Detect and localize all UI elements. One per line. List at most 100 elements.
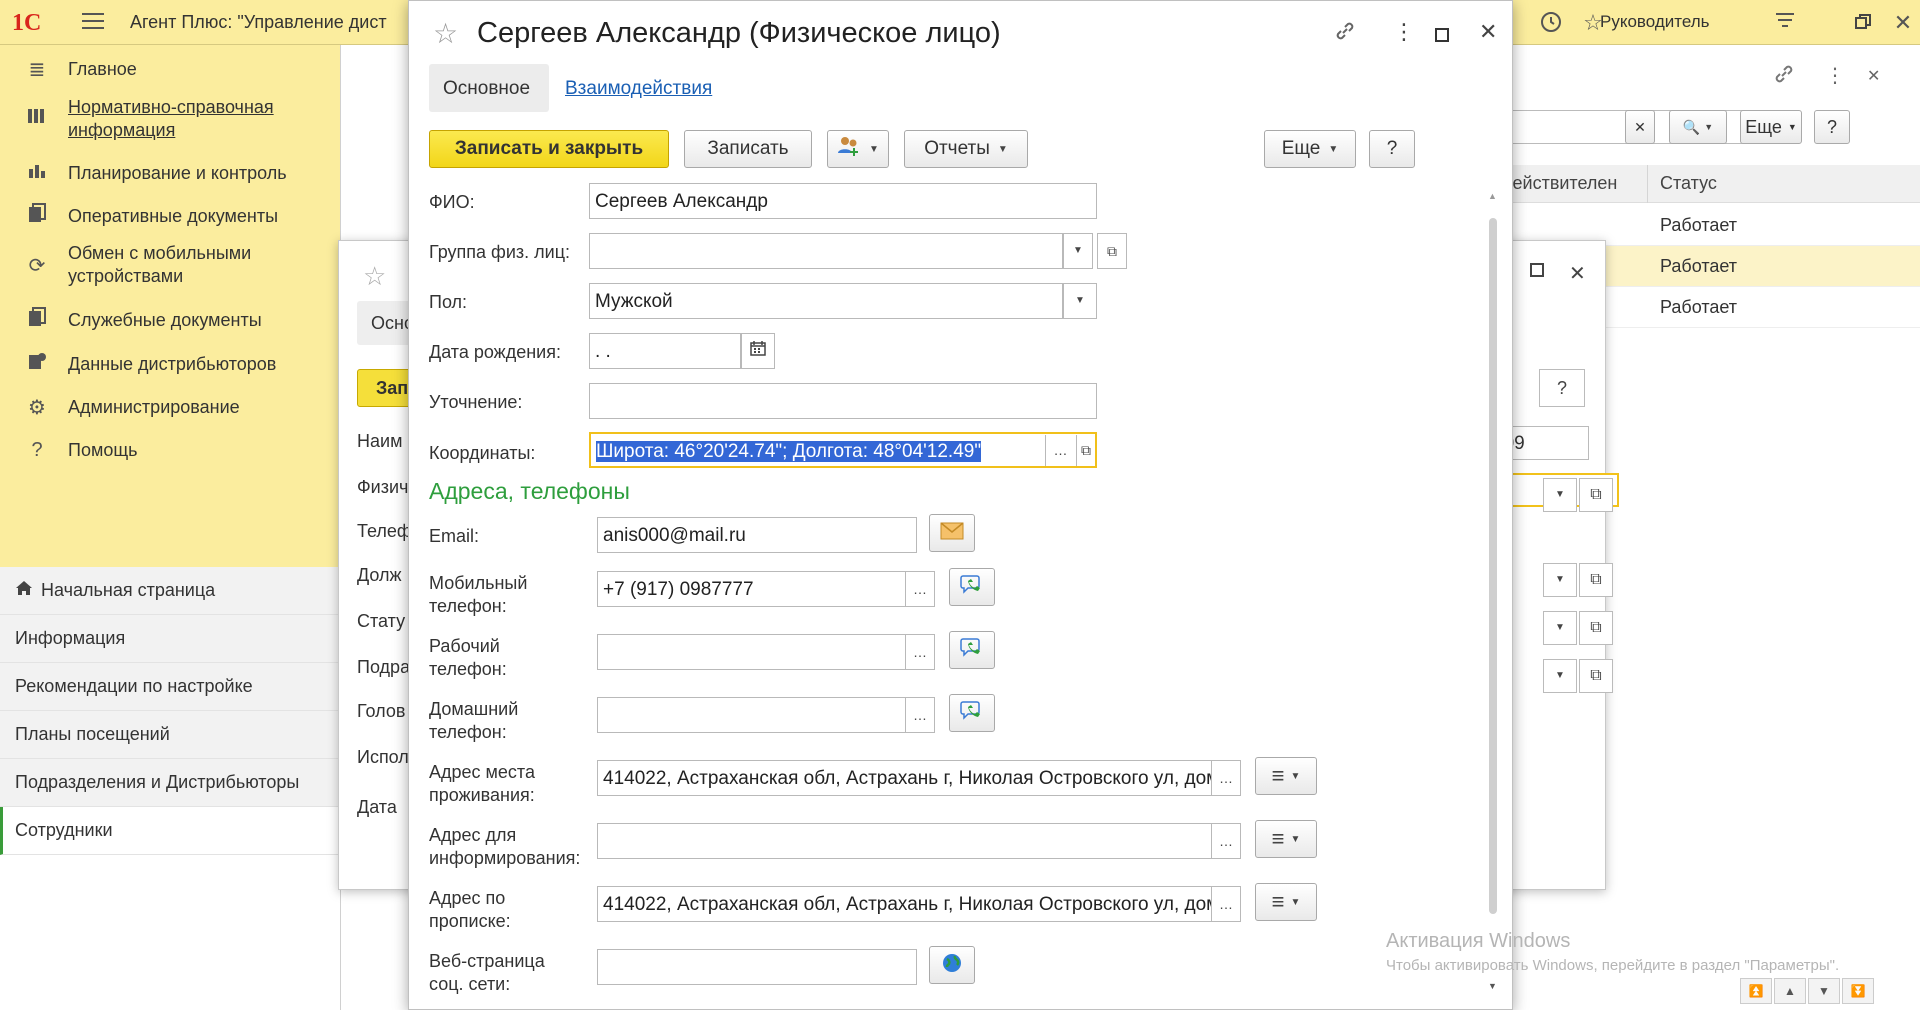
open-icon[interactable]: ⧉ xyxy=(1579,478,1613,512)
call-work-button[interactable] xyxy=(949,631,995,669)
info-address-field[interactable] xyxy=(597,823,1213,859)
call-mobile-button[interactable] xyxy=(949,568,995,606)
send-email-button[interactable] xyxy=(929,514,975,552)
birth-date-field[interactable]: . . xyxy=(589,333,741,369)
open-icon[interactable]: ⧉ xyxy=(1076,435,1095,466)
scroll-first-icon[interactable]: ⏫ xyxy=(1740,978,1772,1004)
residence-address-field[interactable]: 414022, Астраханская обл, Астрахань г, Н… xyxy=(597,760,1213,796)
open-icon[interactable]: ⧉ xyxy=(1097,233,1127,269)
dropdown-icon[interactable]: ▼ xyxy=(1543,659,1577,693)
web-page-field[interactable] xyxy=(597,949,917,985)
current-user[interactable]: Руководитель xyxy=(1600,12,1710,32)
nav-item-visit-plans[interactable]: Планы посещений xyxy=(0,711,340,759)
clear-search-button[interactable]: ✕ xyxy=(1625,110,1655,144)
sidebar-item-label: Обмен с мобильными устройствами xyxy=(68,243,252,286)
dropdown-icon[interactable]: ▼ xyxy=(1063,283,1097,319)
sidebar-item-mobile-exchange[interactable]: ⟳ Обмен с мобильными устройствами xyxy=(0,238,340,292)
sex-select[interactable]: Мужской xyxy=(589,283,1063,319)
open-icon[interactable]: ⧉ xyxy=(1579,563,1613,597)
ellipsis-icon[interactable]: … xyxy=(905,697,935,733)
column-header-status[interactable]: Статус xyxy=(1660,173,1717,194)
nav-item-employees[interactable]: Сотрудники xyxy=(0,807,340,855)
button-label: Еще xyxy=(1281,138,1321,159)
save-button[interactable]: Записать xyxy=(684,130,812,168)
ellipsis-icon[interactable]: … xyxy=(905,571,935,607)
close-icon[interactable]: ✕ xyxy=(1569,261,1586,286)
link-icon[interactable] xyxy=(1333,19,1357,49)
call-home-button[interactable] xyxy=(949,694,995,732)
tab-main[interactable]: Основное xyxy=(429,64,549,112)
dropdown-icon[interactable]: ▼ xyxy=(1543,563,1577,597)
group-field[interactable] xyxy=(589,233,1063,269)
save-and-close-button[interactable]: Записать и закрыть xyxy=(429,130,669,168)
favorite-star-icon[interactable]: ☆ xyxy=(433,17,458,50)
sidebar-item-service-docs[interactable]: Служебные документы xyxy=(0,300,340,340)
registration-address-menu-button[interactable]: ≡ ▼ xyxy=(1255,883,1317,921)
registration-address-field[interactable]: 414022, Астраханская обл, Астрахань г, Н… xyxy=(597,886,1213,922)
nav-home-page[interactable]: Начальная страница xyxy=(0,567,340,615)
nav-item-divisions[interactable]: Подразделения и Дистрибьюторы xyxy=(0,759,340,807)
navigation-panel: Начальная страница Информация Рекомендац… xyxy=(0,567,340,1010)
open-icon[interactable]: ⧉ xyxy=(1579,659,1613,693)
list-more-button[interactable]: Еще ▼ xyxy=(1740,110,1802,144)
dropdown-icon[interactable]: ▼ xyxy=(1543,611,1577,645)
help-button[interactable]: ? xyxy=(1369,130,1415,168)
scroll-up-icon[interactable]: ▲ xyxy=(1488,191,1497,201)
close-icon[interactable]: ✕ xyxy=(1479,19,1497,45)
scrollbar-thumb[interactable] xyxy=(1489,218,1497,914)
scroll-last-icon[interactable]: ⏬ xyxy=(1842,978,1874,1004)
sidebar-item-distributor-data[interactable]: Данные дистрибьюторов xyxy=(0,344,340,384)
link-icon[interactable] xyxy=(1773,63,1795,91)
residence-address-menu-button[interactable]: ≡ ▼ xyxy=(1255,757,1317,795)
sidebar-item-reference[interactable]: Нормативно-справочная информация xyxy=(0,93,340,145)
ellipsis-icon[interactable]: … xyxy=(1211,823,1241,859)
more-vertical-icon[interactable]: ⋮ xyxy=(1825,63,1845,88)
column-header-valid[interactable]: действителен xyxy=(1502,173,1617,194)
add-user-button[interactable]: ▼ xyxy=(827,130,889,168)
ellipsis-icon[interactable]: … xyxy=(905,634,935,670)
scroll-down-icon[interactable]: ▼ xyxy=(1488,981,1497,991)
scroll-next-icon[interactable]: ▼ xyxy=(1808,978,1840,1004)
sidebar-item-planning[interactable]: Планирование и контроль xyxy=(0,153,340,193)
coordinates-field[interactable]: Широта: 46°20'24.74"; Долгота: 48°04'12.… xyxy=(589,432,1097,468)
home-phone-field[interactable] xyxy=(597,697,907,733)
settings-menu-icon[interactable] xyxy=(1772,10,1798,36)
sidebar-item-main[interactable]: ≣ Главное xyxy=(0,49,340,89)
close-icon[interactable]: ✕ xyxy=(1867,66,1880,86)
note-field[interactable] xyxy=(589,383,1097,419)
search-button[interactable]: 🔍 ▼ xyxy=(1669,110,1727,144)
favorite-star-icon[interactable]: ☆ xyxy=(363,261,386,292)
scroll-prev-icon[interactable]: ▲ xyxy=(1774,978,1806,1004)
ellipsis-icon[interactable]: … xyxy=(1211,760,1241,796)
reports-button[interactable]: Отчеты ▼ xyxy=(904,130,1028,168)
mobile-phone-field[interactable]: +7 (917) 0987777 xyxy=(597,571,907,607)
nav-item-recommendations[interactable]: Рекомендации по настройке xyxy=(0,663,340,711)
main-menu-icon[interactable] xyxy=(82,13,104,31)
email-field[interactable]: anis000@mail.ru xyxy=(597,517,917,553)
history-icon[interactable] xyxy=(1538,10,1564,36)
more-button[interactable]: Еще ▼ xyxy=(1264,130,1356,168)
nav-item-info[interactable]: Информация xyxy=(0,615,340,663)
dropdown-icon[interactable]: ▼ xyxy=(1063,233,1093,269)
open-web-page-button[interactable] xyxy=(929,946,975,984)
maximize-icon[interactable] xyxy=(1529,261,1545,284)
dropdown-icon[interactable]: ▼ xyxy=(1543,478,1577,512)
ellipsis-icon[interactable]: … xyxy=(1045,435,1075,466)
sidebar-item-administration[interactable]: ⚙ Администрирование xyxy=(0,387,340,427)
fio-field[interactable]: Сергеев Александр xyxy=(589,183,1097,219)
sidebar-item-operational-docs[interactable]: Оперативные документы xyxy=(0,196,340,236)
list-help-button[interactable]: ? xyxy=(1814,110,1850,144)
ellipsis-icon[interactable]: … xyxy=(1211,886,1241,922)
close-app-icon[interactable]: ✕ xyxy=(1890,10,1916,36)
calendar-icon[interactable] xyxy=(741,333,775,369)
info-address-menu-button[interactable]: ≡ ▼ xyxy=(1255,820,1317,858)
help-button[interactable]: ? xyxy=(1539,369,1585,407)
person-form-window: ☆ Сергеев Александр (Физическое лицо) ⋮ … xyxy=(408,0,1513,1010)
work-phone-field[interactable] xyxy=(597,634,907,670)
sidebar-item-help[interactable]: ? Помощь xyxy=(0,430,340,470)
maximize-icon[interactable] xyxy=(1434,23,1450,49)
more-vertical-icon[interactable]: ⋮ xyxy=(1393,19,1415,45)
open-icon[interactable]: ⧉ xyxy=(1579,611,1613,645)
tab-interactions[interactable]: Взаимодействия xyxy=(565,78,712,100)
restore-window-icon[interactable] xyxy=(1850,10,1876,36)
